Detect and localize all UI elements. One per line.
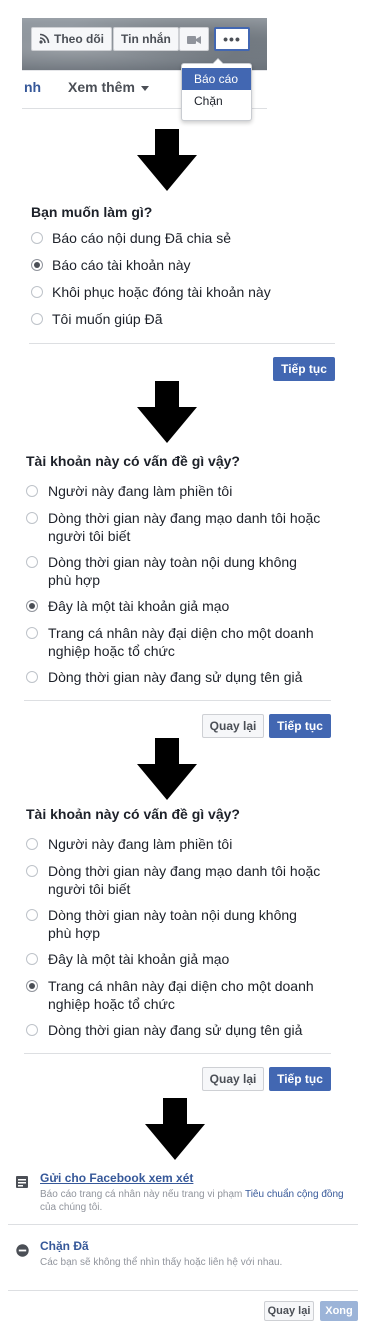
- step2-radio-4[interactable]: [26, 627, 38, 639]
- step1-radio-1[interactable]: [31, 259, 43, 271]
- more-options-button[interactable]: •••: [214, 27, 250, 51]
- block-user-action[interactable]: Chặn Đã: [40, 1239, 89, 1253]
- see-more-tab[interactable]: Xem thêm: [68, 79, 149, 95]
- caret-down-icon: [140, 85, 149, 91]
- step1-title: Bạn muốn làm gì?: [31, 204, 153, 220]
- step4-back-button[interactable]: Quay lại: [264, 1301, 314, 1321]
- step2-option-2[interactable]: Dòng thời gian này toàn nội dung không p…: [48, 553, 297, 589]
- step2-option-5[interactable]: Dòng thời gian này đang sử dụng tên giả: [48, 668, 302, 686]
- step3-option-4-line1: Trang cá nhân này đại diện cho một doanh: [48, 978, 314, 994]
- step1-continue-button[interactable]: Tiếp tục: [273, 357, 335, 381]
- community-standards-link[interactable]: Tiêu chuẩn cộng đồng: [245, 1189, 344, 1200]
- menu-caret-icon: [212, 58, 224, 64]
- step2-option-0[interactable]: Người này đang làm phiền tôi: [48, 482, 232, 500]
- step2-option-3[interactable]: Đây là một tài khoản giả mạo: [48, 597, 229, 615]
- down-arrow-icon: [137, 129, 197, 191]
- step3-radio-2[interactable]: [26, 909, 38, 921]
- menu-item-block[interactable]: Chặn: [182, 90, 251, 112]
- actions-divider: [8, 1224, 358, 1225]
- step1-option-2[interactable]: Khôi phục hoặc đóng tài khoản này: [52, 283, 271, 301]
- step2-option-1[interactable]: Dòng thời gian này đang mạo danh tôi hoặ…: [48, 509, 320, 545]
- report-flag-icon: [16, 1176, 29, 1194]
- step3-radio-3[interactable]: [26, 953, 38, 965]
- step3-back-button[interactable]: Quay lại: [202, 1067, 264, 1091]
- step2-option-1-line1: Dòng thời gian này đang mạo danh tôi hoặ…: [48, 510, 321, 526]
- step2-back-button[interactable]: Quay lại: [202, 714, 264, 738]
- step3-divider: [24, 1053, 331, 1054]
- step2-option-2-line1: Dòng thời gian này toàn nội dung không: [48, 554, 297, 570]
- step2-divider: [24, 700, 331, 701]
- send-to-facebook-description: Báo cáo trang cá nhân này nếu trang vi p…: [40, 1188, 358, 1214]
- step3-option-4[interactable]: Trang cá nhân này đại diện cho một doanh…: [48, 977, 314, 1013]
- down-arrow-icon: [145, 1098, 205, 1160]
- step3-option-1-line1: Dòng thời gian này đang mạo danh tôi hoặ…: [48, 863, 321, 879]
- follow-button[interactable]: Theo dõi: [31, 27, 112, 51]
- send-to-facebook-link[interactable]: Gửi cho Facebook xem xét: [40, 1171, 193, 1185]
- step2-radio-0[interactable]: [26, 485, 38, 497]
- step3-option-0[interactable]: Người này đang làm phiền tôi: [48, 835, 232, 853]
- step2-option-4-line2: nghiệp hoặc tổ chức: [48, 643, 175, 659]
- step1-option-3[interactable]: Tôi muốn giúp Đã: [52, 310, 163, 328]
- step2-option-4-line1: Trang cá nhân này đại diện cho một doanh: [48, 625, 314, 641]
- step3-option-2-line1: Dòng thời gian này toàn nội dung không: [48, 907, 297, 923]
- step1-radio-0[interactable]: [31, 232, 43, 244]
- step2-radio-3[interactable]: [26, 600, 38, 612]
- step2-option-4[interactable]: Trang cá nhân này đại diện cho một doanh…: [48, 624, 314, 660]
- step2-radio-5[interactable]: [26, 671, 38, 683]
- step2-radio-1[interactable]: [26, 512, 38, 524]
- step1-option-1[interactable]: Báo cáo tài khoản này: [52, 256, 191, 274]
- step1-radio-2[interactable]: [31, 286, 43, 298]
- send-desc-part2: của chúng tôi.: [40, 1202, 103, 1213]
- message-button[interactable]: Tin nhắn: [113, 27, 179, 51]
- menu-item-report[interactable]: Báo cáo: [182, 68, 251, 90]
- step2-option-2-line2: phù hợp: [48, 572, 101, 588]
- step3-radio-4[interactable]: [26, 980, 38, 992]
- step3-option-5[interactable]: Dòng thời gian này đang sử dụng tên giả: [48, 1021, 302, 1039]
- step2-option-1-line2: người tôi biết: [48, 528, 131, 544]
- step3-option-1[interactable]: Dòng thời gian này đang mạo danh tôi hoặ…: [48, 862, 320, 898]
- step3-radio-5[interactable]: [26, 1024, 38, 1036]
- more-options-menu: Báo cáo Chặn: [181, 58, 252, 121]
- step3-continue-button[interactable]: Tiếp tục: [269, 1067, 331, 1091]
- step1-option-0[interactable]: Báo cáo nội dung Đã chia sẻ: [52, 229, 231, 247]
- follow-label: Theo dõi: [54, 32, 104, 46]
- message-label: Tin nhắn: [121, 32, 171, 46]
- step3-title: Tài khoản này có vấn đề gì vậy?: [26, 806, 240, 822]
- block-icon: [16, 1244, 29, 1262]
- step3-radio-0[interactable]: [26, 838, 38, 850]
- rss-icon: [39, 29, 50, 51]
- step3-option-1-line2: người tôi biết: [48, 881, 131, 897]
- send-desc-part1: Báo cáo trang cá nhân này nếu trang vi p…: [40, 1189, 245, 1200]
- tab-fragment[interactable]: nh: [24, 79, 41, 95]
- step3-option-2[interactable]: Dòng thời gian này toàn nội dung không p…: [48, 906, 297, 942]
- step2-continue-button[interactable]: Tiếp tục: [269, 714, 331, 738]
- step2-radio-2[interactable]: [26, 556, 38, 568]
- step3-radio-1[interactable]: [26, 865, 38, 877]
- step3-option-3[interactable]: Đây là một tài khoản giả mạo: [48, 950, 229, 968]
- step1-divider: [29, 343, 335, 344]
- step2-title: Tài khoản này có vấn đề gì vậy?: [26, 453, 240, 469]
- video-call-button[interactable]: [179, 27, 209, 51]
- footer-divider: [8, 1290, 358, 1291]
- block-description: Các bạn sẽ không thể nhìn thấy hoặc liên…: [40, 1257, 283, 1268]
- video-camera-icon: [187, 32, 201, 46]
- down-arrow-icon: [137, 738, 197, 800]
- step3-option-4-line2: nghiệp hoặc tổ chức: [48, 996, 175, 1012]
- more-dots-icon: •••: [223, 31, 241, 47]
- down-arrow-icon: [137, 381, 197, 443]
- step3-option-2-line2: phù hợp: [48, 925, 101, 941]
- step4-done-button[interactable]: Xong: [320, 1301, 358, 1321]
- step1-radio-3[interactable]: [31, 313, 43, 325]
- see-more-label: Xem thêm: [68, 79, 135, 95]
